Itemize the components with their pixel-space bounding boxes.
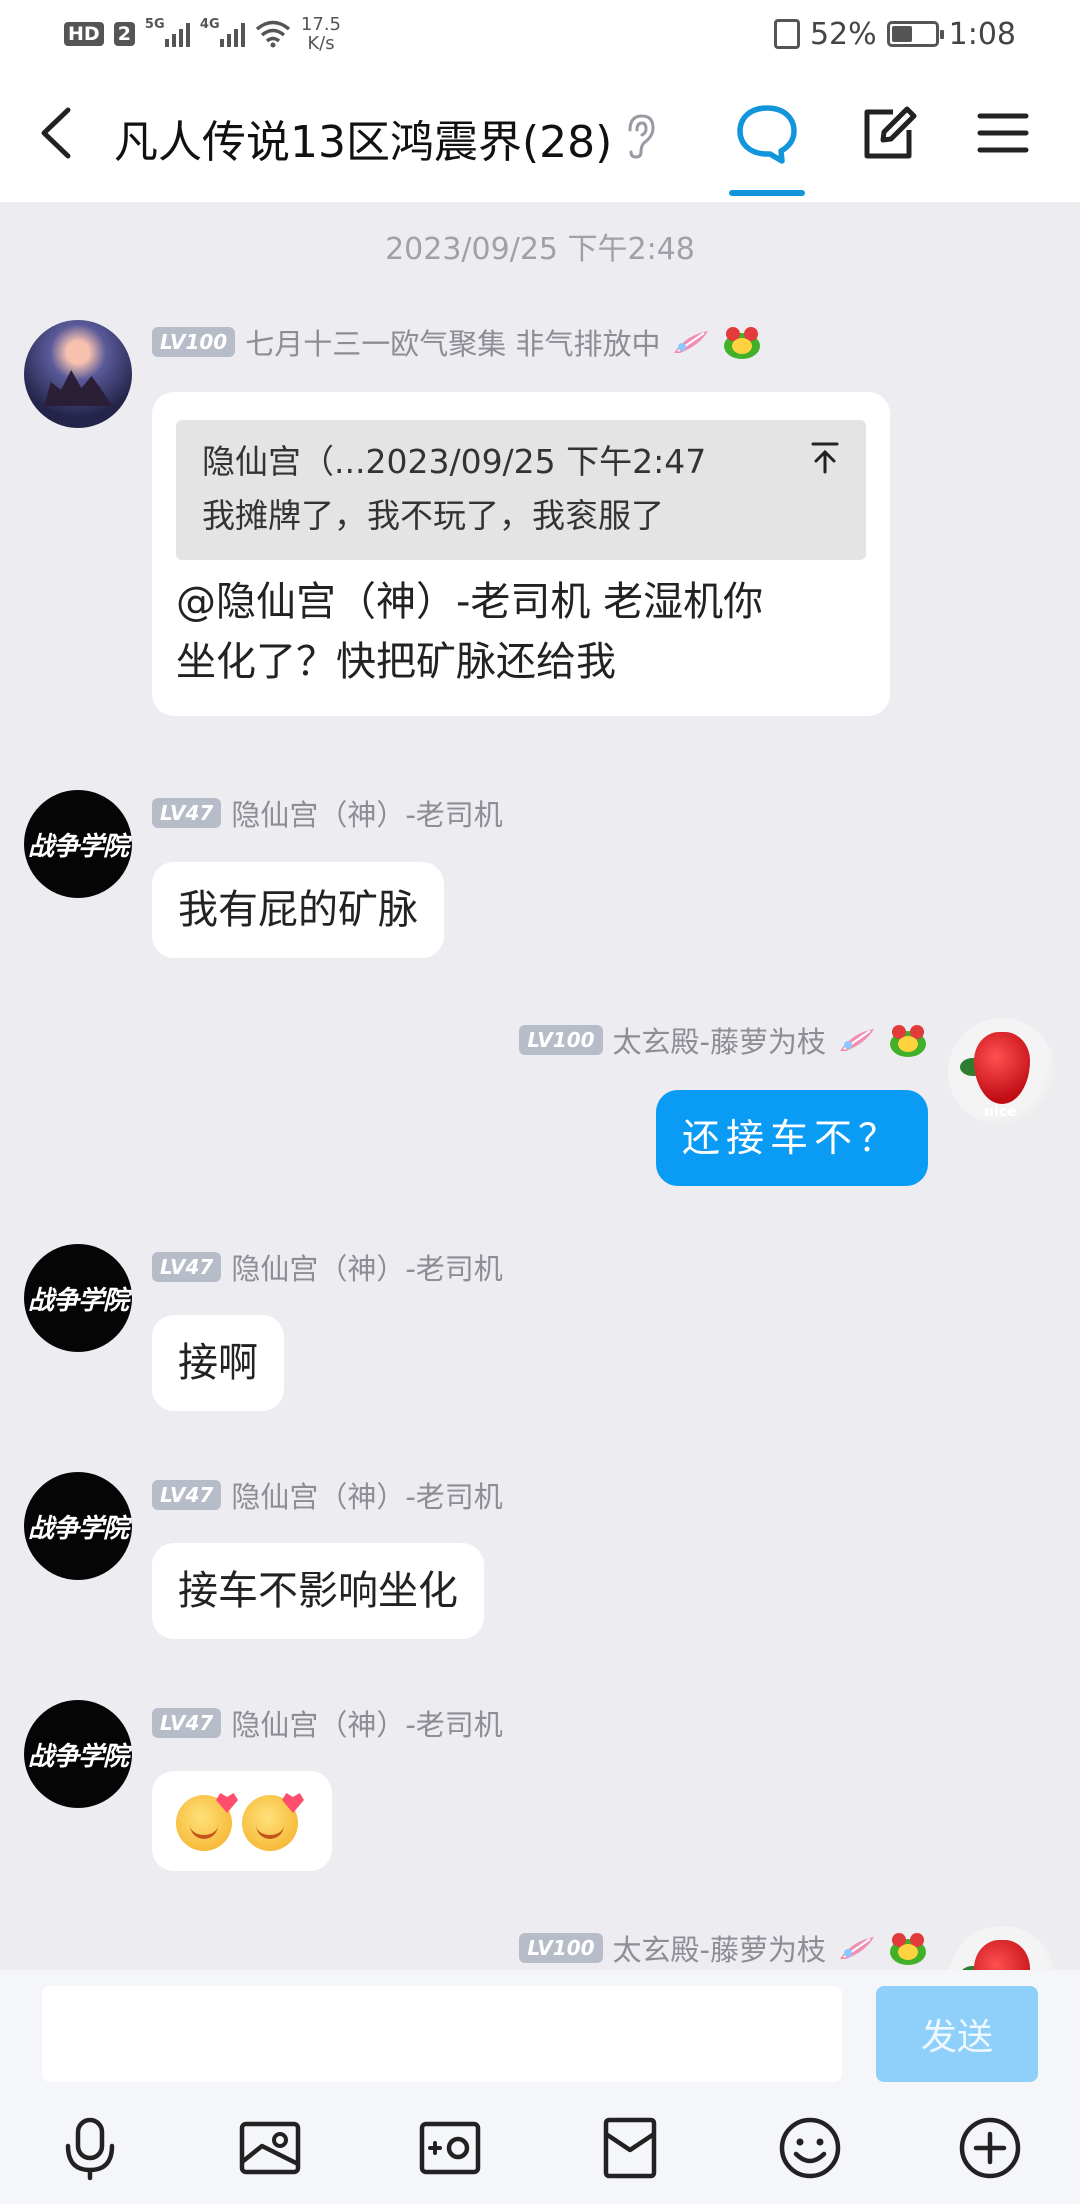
frog-badge-icon [890, 1025, 926, 1057]
clock: 1:08 [948, 16, 1016, 52]
frog-badge-icon [724, 327, 761, 359]
status-left: HD 2 5G 4G 17.5 K/s [64, 14, 341, 54]
avatar[interactable]: 战争学院 [24, 1472, 132, 1580]
level-badge: LV47 [152, 1252, 222, 1282]
sender-meta: LV47 隐仙宫（神）-老司机 [152, 1702, 503, 1744]
edit-icon[interactable] [853, 98, 923, 168]
message-bubble[interactable]: 接车不影响坐化 [152, 1543, 484, 1639]
feather-badge-icon [674, 331, 709, 353]
sender-name[interactable]: 隐仙宫（神）-老司机 [231, 1702, 502, 1744]
chat-header: 凡人传说13区鸿震界(28) [0, 68, 1080, 202]
sender-meta: LV47 隐仙宫（神）-老司机 [152, 1474, 503, 1516]
message-bubble[interactable]: 接啊 [152, 1315, 284, 1411]
ear-icon[interactable] [622, 112, 656, 160]
message-bubble[interactable]: 隐仙宫（...2023/09/25 下午2:47 我摊牌了，我不玩了，我衮服了 … [152, 392, 890, 716]
feather-badge-icon [840, 1029, 874, 1051]
quote-title: 隐仙宫（...2023/09/25 下午2:47 [202, 442, 707, 481]
feather-badge-icon [840, 1937, 874, 1959]
sim-indicator: 2 [113, 22, 135, 46]
message-timestamp: 2023/09/25 下午2:48 [385, 232, 695, 267]
sender-name[interactable]: 隐仙宫（神）-老司机 [231, 792, 502, 834]
sender-meta: LV47 隐仙宫（神）-老司机 [152, 1246, 503, 1288]
level-badge: LV100 [519, 1025, 603, 1055]
message-bubble[interactable]: 我有屁的矿脉 [152, 862, 444, 958]
plus-icon[interactable] [954, 2112, 1026, 2184]
message-text-line: 坐化了？快把矿脉还给我 [176, 639, 616, 685]
emoji-icon[interactable] [774, 2112, 846, 2184]
send-button[interactable]: 发送 [876, 1986, 1038, 2082]
sender-meta: LV100 太玄殿-藤萝为枝 [519, 1019, 928, 1061]
quote-text: 我摊牌了，我不玩了，我衮服了 [202, 496, 664, 535]
sender-meta: LV100 七月十三一欧气聚集 非气排放中 [152, 321, 762, 363]
back-icon[interactable] [28, 98, 88, 168]
mic-icon[interactable] [54, 2112, 126, 2184]
status-bar: HD 2 5G 4G 17.5 K/s 52% 1:08 [0, 0, 1080, 68]
avatar[interactable] [24, 320, 132, 428]
message-bubble[interactable]: 还接车不？ [655, 1090, 928, 1186]
smile-heart-emoji-icon [242, 1795, 298, 1851]
signal-4g-icon: 4G [200, 17, 245, 47]
avatar[interactable]: 战争学院 [24, 1244, 132, 1352]
level-badge: LV47 [152, 798, 222, 828]
avatar[interactable]: 战争学院 [24, 790, 132, 898]
input-bar: 发送 [0, 1970, 1080, 2204]
frog-badge-icon [890, 1933, 926, 1965]
level-badge: LV100 [519, 1933, 603, 1963]
group-title[interactable]: 凡人传说13区鸿震界(28) [114, 106, 612, 170]
network-speed: 17.5 K/s [300, 14, 341, 54]
status-right: 52% 1:08 [773, 14, 1016, 54]
chat-bubble-icon[interactable] [732, 98, 802, 168]
smile-heart-emoji-icon [176, 1795, 232, 1851]
avatar[interactable]: 战争学院 [24, 1700, 132, 1808]
sender-name[interactable]: 太玄殿-藤萝为枝 [613, 1019, 826, 1061]
wifi-icon [255, 20, 291, 48]
sender-meta: LV47 隐仙宫（神）-老司机 [152, 792, 503, 834]
battery-icon [886, 21, 944, 47]
vibrate-icon [773, 19, 800, 49]
battery-percent: 52% [809, 16, 877, 52]
level-badge: LV100 [152, 327, 236, 357]
sender-name[interactable]: 隐仙宫（神）-老司机 [231, 1246, 502, 1288]
jump-to-top-icon[interactable] [810, 440, 840, 476]
message-bubble[interactable] [152, 1771, 332, 1871]
image-icon[interactable] [234, 2112, 306, 2184]
camera-icon[interactable] [414, 2112, 486, 2184]
sender-name[interactable]: 隐仙宫（神）-老司机 [231, 1474, 502, 1516]
red-packet-icon[interactable] [594, 2112, 666, 2184]
hd-indicator: HD [64, 22, 104, 46]
avatar[interactable]: nice [948, 1018, 1056, 1126]
message-text-line: @隐仙宫（神）-老司机 老湿机你 [176, 579, 764, 625]
quoted-reply[interactable]: 隐仙宫（...2023/09/25 下午2:47 我摊牌了，我不玩了，我衮服了 [176, 420, 866, 560]
level-badge: LV47 [152, 1480, 222, 1510]
sender-name[interactable]: 太玄殿-藤萝为枝 [613, 1927, 826, 1969]
sender-meta: LV100 太玄殿-藤萝为枝 [519, 1927, 928, 1969]
menu-icon[interactable] [968, 98, 1038, 168]
signal-5g-icon: 5G [145, 17, 190, 47]
sender-name[interactable]: 七月十三一欧气聚集 非气排放中 [245, 321, 660, 363]
active-tab-indicator [729, 190, 805, 196]
message-input[interactable] [42, 1986, 842, 2082]
level-badge: LV47 [152, 1708, 222, 1738]
